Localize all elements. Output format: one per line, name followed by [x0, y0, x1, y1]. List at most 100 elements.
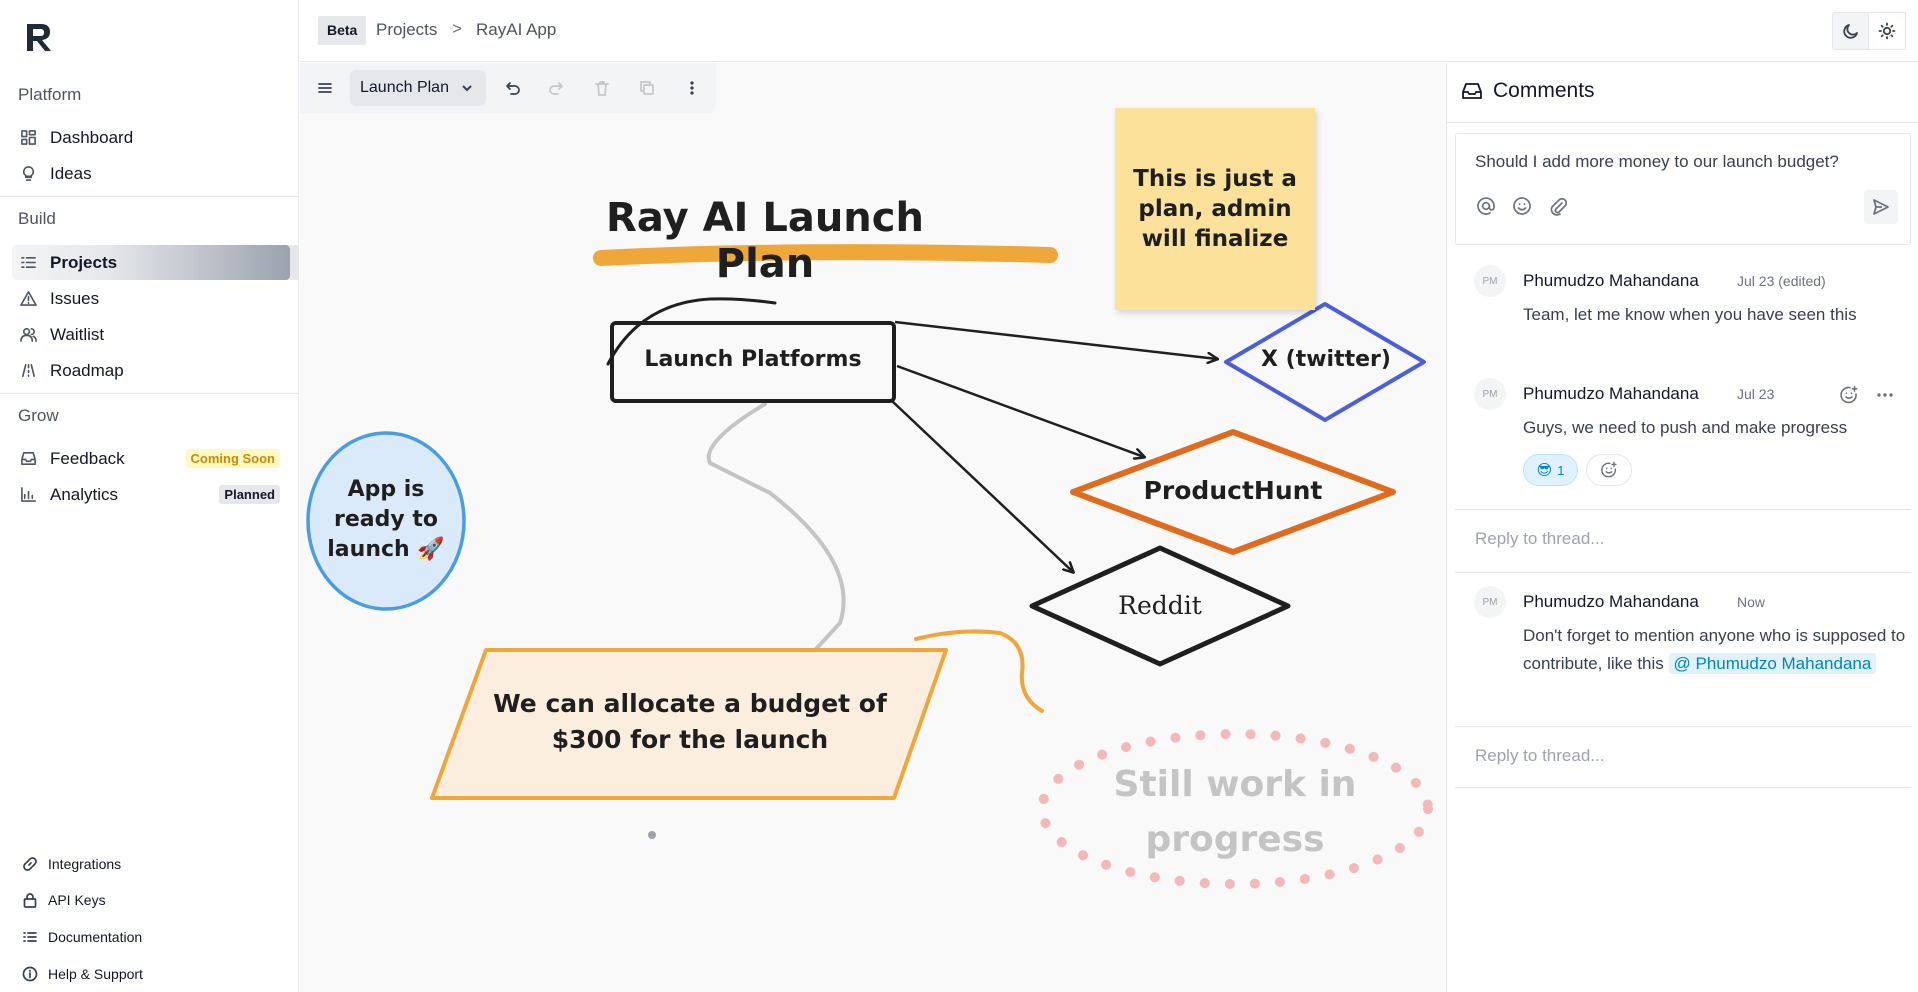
moon-icon — [1843, 24, 1858, 39]
node-reddit[interactable]: Reddit — [1060, 591, 1260, 620]
more-options-button[interactable] — [680, 76, 704, 100]
canvas-title[interactable]: Ray AI Launch Plan — [600, 195, 930, 287]
composer-input[interactable]: Should I add more money to our launch bu… — [1475, 152, 1839, 172]
sidebar: Platform Dashboard Ideas Build Projects … — [0, 0, 299, 992]
breadcrumb-separator: > — [452, 19, 462, 38]
comment-author: Phumudzo Mahandana — [1523, 592, 1699, 611]
light-mode-button[interactable] — [1869, 13, 1905, 49]
sidebar-item-label: Issues — [50, 288, 100, 308]
sidebar-item-label: Projects — [50, 252, 118, 272]
reply-input[interactable]: Reply to thread... — [1475, 746, 1604, 766]
divider — [1455, 509, 1911, 510]
link-icon — [23, 857, 37, 871]
delete-button[interactable] — [590, 76, 614, 100]
sidebar-item-projects[interactable]: Projects — [12, 245, 298, 280]
sidebar-item-roadmap[interactable]: Roadmap — [12, 353, 290, 388]
sidebar-item-help[interactable]: Help & Support — [22, 959, 143, 989]
section-build: Build — [18, 209, 56, 228]
sidebar-item-label: Integrations — [48, 856, 122, 872]
node-wip[interactable]: Still work in progress — [1075, 757, 1395, 867]
breadcrumb-projects[interactable]: Projects — [376, 20, 437, 40]
comments-header: Comments — [1461, 79, 1595, 103]
section-grow: Grow — [18, 406, 59, 425]
sidebar-item-ideas[interactable]: Ideas — [12, 156, 290, 191]
comment-author: Phumudzo Mahandana — [1523, 271, 1699, 290]
sidebar-item-label: Feedback — [50, 448, 125, 468]
lock-icon — [23, 893, 37, 908]
sidebar-item-label: Documentation — [48, 929, 143, 945]
node-budget[interactable]: We can allocate a budget of $300 for the… — [460, 686, 920, 758]
node-producthunt[interactable]: ProductHunt — [1090, 476, 1376, 505]
node-launch-platforms[interactable]: Launch Platforms — [614, 347, 892, 372]
more-vertical-icon — [690, 81, 694, 95]
sidebar-item-label: Help & Support — [48, 966, 143, 982]
sidebar-item-analytics[interactable]: Analytics Planned — [12, 477, 290, 512]
sidebar-item-dashboard[interactable]: Dashboard — [12, 120, 290, 155]
undo-icon — [506, 82, 520, 95]
avatar: PM — [1474, 265, 1506, 297]
divider — [1455, 787, 1911, 788]
breadcrumb-current[interactable]: RayAI App — [476, 20, 556, 40]
document-name: Launch Plan — [360, 79, 449, 96]
dark-mode-button[interactable] — [1833, 13, 1869, 49]
canvas-toolbar: Launch Plan — [300, 63, 716, 113]
add-reaction-button[interactable] — [1586, 454, 1632, 486]
comment-composer: Should I add more money to our launch bu… — [1455, 133, 1911, 245]
node-twitter[interactable]: X (twitter) — [1236, 347, 1416, 372]
theme-toggle[interactable] — [1832, 12, 1906, 50]
reaction-badge[interactable]: 😎 1 — [1523, 454, 1578, 486]
chart-icon — [19, 486, 37, 504]
add-reaction-button[interactable] — [1838, 384, 1860, 406]
emoji-button[interactable] — [1512, 196, 1534, 218]
lightbulb-icon — [19, 165, 37, 183]
sidebar-item-label: Roadmap — [50, 360, 124, 380]
sidebar-item-documentation[interactable]: Documentation — [22, 922, 142, 952]
sidebar-item-waitlist[interactable]: Waitlist — [12, 317, 290, 352]
sidebar-item-integrations[interactable]: Integrations — [22, 849, 121, 879]
duplicate-button[interactable] — [635, 76, 659, 100]
more-horizontal-icon — [1877, 393, 1893, 397]
send-button[interactable] — [1864, 190, 1898, 224]
undo-button[interactable] — [500, 76, 524, 100]
document-select[interactable]: Launch Plan — [350, 70, 486, 106]
canvas-dot — [648, 831, 656, 839]
divider — [1455, 572, 1911, 573]
mention-chip[interactable]: @ Phumudzo Mahandana — [1668, 653, 1877, 674]
beta-badge: Beta — [318, 16, 367, 45]
menu-button[interactable] — [313, 76, 337, 100]
grid-icon — [19, 129, 37, 147]
redo-icon — [549, 82, 563, 95]
sidebar-item-label: Waitlist — [50, 324, 105, 344]
sidebar-item-label: API Keys — [48, 892, 106, 908]
node-app-ready[interactable]: App is ready to launch 🚀 — [318, 475, 454, 565]
hamburger-icon — [318, 83, 332, 93]
chevron-down-icon — [462, 85, 472, 92]
sun-icon — [1878, 22, 1896, 40]
avatar: PM — [1474, 586, 1506, 618]
comments-title: Comments — [1493, 79, 1595, 102]
comment-body: Team, let me know when you have seen thi… — [1523, 305, 1857, 324]
mention-button[interactable] — [1476, 196, 1498, 218]
add-emoji-icon — [1601, 461, 1617, 478]
redo-button[interactable] — [545, 76, 569, 100]
send-icon — [1873, 199, 1889, 215]
paperclip-icon — [1550, 197, 1568, 216]
divider — [0, 196, 299, 197]
sidebar-item-label: Analytics — [50, 484, 119, 504]
reaction-emoji: 😎 — [1536, 462, 1553, 479]
sidebar-item-feedback[interactable]: Feedback Coming Soon — [12, 441, 290, 476]
whiteboard-canvas[interactable]: Ray AI Launch Plan This is just a plan, … — [300, 63, 1446, 992]
attach-button[interactable] — [1548, 196, 1570, 218]
avatar: PM — [1474, 378, 1506, 410]
sticky-note[interactable]: This is just a plan, admin will finalize — [1115, 108, 1315, 310]
comment-body: Guys, we need to push and make progress — [1523, 418, 1848, 437]
copy-icon — [640, 81, 654, 95]
reply-input[interactable]: Reply to thread... — [1475, 529, 1604, 549]
divider — [1447, 122, 1918, 123]
more-options-button[interactable] — [1874, 384, 1896, 406]
list-icon — [23, 932, 37, 942]
sidebar-item-api-keys[interactable]: API Keys — [22, 885, 106, 915]
app-logo[interactable] — [22, 20, 56, 54]
sidebar-item-issues[interactable]: Issues — [12, 281, 290, 316]
trash-icon — [595, 81, 609, 96]
